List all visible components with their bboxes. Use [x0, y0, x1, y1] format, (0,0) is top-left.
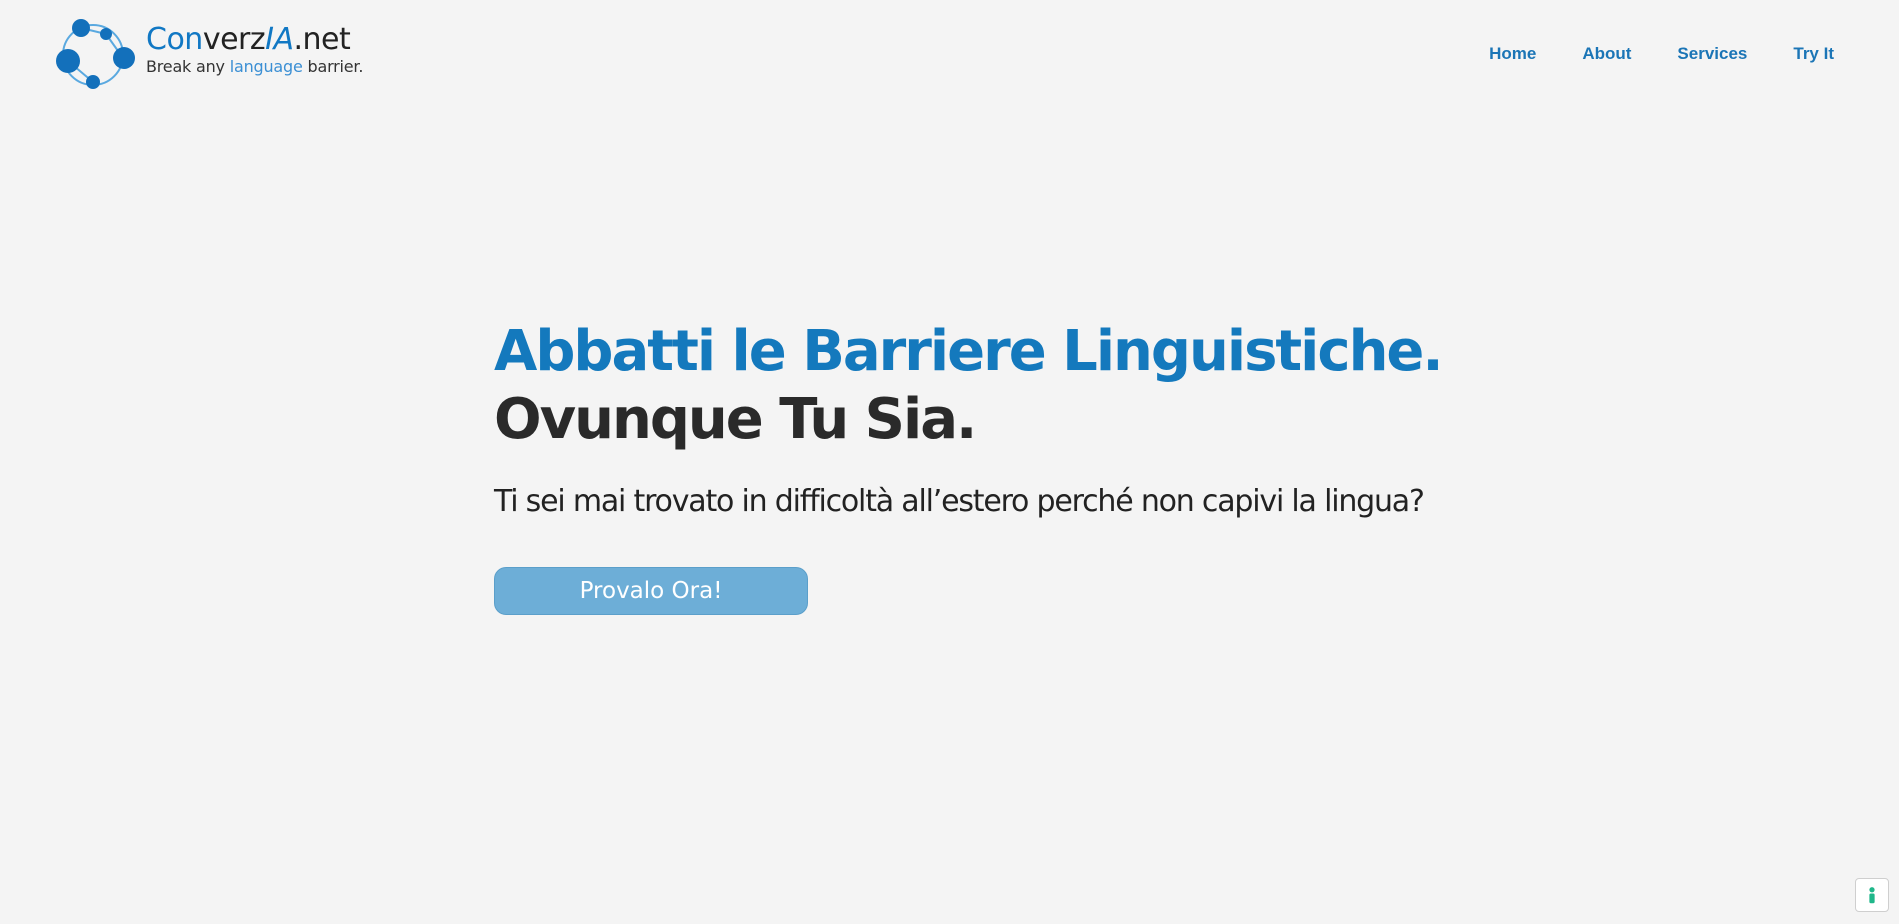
hero-title-line2: Ovunque Tu Sia. — [494, 387, 977, 452]
tagline-part1: Break any — [146, 57, 230, 76]
brand-tagline: Break any language barrier. — [146, 58, 363, 76]
nav-home-link[interactable]: Home — [1489, 44, 1536, 64]
logo-wordmark: ConverzIA.net Break any language barrier… — [146, 22, 363, 76]
accessibility-icon — [1869, 887, 1875, 904]
brand-part-con: Con — [146, 22, 203, 57]
tagline-part2: barrier. — [302, 57, 364, 76]
brand-part-ia: IA — [265, 22, 294, 57]
hero-subtitle: Ti sei mai trovato in difficoltà all’est… — [494, 484, 1425, 519]
nav-about-link[interactable]: About — [1582, 44, 1631, 64]
hero-section: Abbatti le Barriere Linguistiche. Ovunqu… — [494, 318, 1494, 550]
tagline-highlight: language — [229, 57, 303, 76]
nav-services-link[interactable]: Services — [1677, 44, 1747, 64]
site-header: ConverzIA.net Break any language barrier… — [0, 0, 1899, 110]
network-circles-icon — [56, 19, 135, 89]
logo[interactable]: ConverzIA.net Break any language barrier… — [55, 16, 385, 92]
hero-title-line1: Abbatti le Barriere Linguistiche. — [494, 319, 1444, 384]
brand-name: ConverzIA.net — [146, 22, 363, 58]
accessibility-button[interactable] — [1855, 878, 1889, 912]
brand-part-net: .net — [293, 22, 351, 57]
try-now-button[interactable]: Provalo Ora! — [494, 567, 808, 615]
brand-part-verz: verz — [202, 22, 266, 57]
main-nav: Home About Services Try It — [1489, 44, 1834, 64]
nav-try-it-link[interactable]: Try It — [1793, 44, 1834, 64]
